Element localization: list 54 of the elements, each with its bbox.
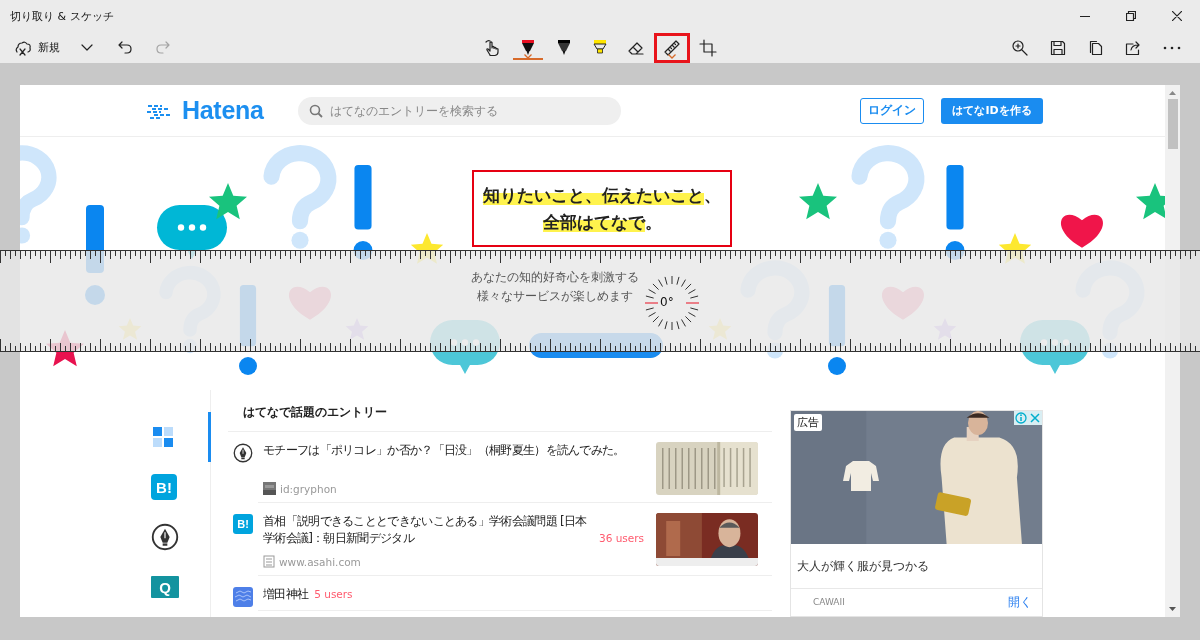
scroll-down-icon (1169, 607, 1176, 611)
source-text: id:gryphon (280, 482, 337, 495)
restore-icon (1126, 11, 1136, 21)
close-icon (1028, 411, 1042, 425)
search-icon (308, 103, 323, 118)
tiles-icon (151, 425, 175, 449)
more-icon (1163, 45, 1181, 50)
fountain-pen-icon (151, 523, 179, 551)
scroll-up-icon (1169, 91, 1176, 95)
pattern-square-icon (233, 587, 253, 607)
open-link[interactable]: 開く (1008, 593, 1032, 611)
section-title: はてなで話題のエントリー (228, 390, 772, 432)
undo-icon (117, 40, 133, 55)
logo-text: Hatena (182, 96, 264, 125)
info-icon (1014, 411, 1028, 425)
ad-badge: 広告 (794, 414, 822, 431)
nav-item[interactable]: Q (20, 562, 211, 612)
copy-icon (1088, 39, 1104, 56)
redo-icon (155, 40, 171, 55)
entry-title[interactable]: 首相「説明できることとできないことある」学術会議問題 [日本学術会議]：朝日新聞デジタル (263, 513, 593, 547)
entry-title[interactable]: モチーフは「ポリコレ」か否か？「日没」（桐野夏生）を読んでみた。 (263, 442, 646, 459)
search-field[interactable]: はてなのエントリーを検索する (297, 96, 621, 125)
advertiser-name: CAWAII (813, 597, 845, 607)
crop-icon (699, 38, 717, 57)
avatar-icon (263, 482, 276, 495)
save-icon (1050, 39, 1066, 56)
protractor-dial-icon (642, 273, 702, 333)
bookmark-logo: B! (151, 474, 177, 500)
zoom-in-icon (1011, 38, 1029, 57)
question-logo: Q (151, 576, 179, 598)
angle-label: 0° (660, 295, 674, 309)
user-count: 36 users (599, 531, 645, 546)
options-chevron-icon (668, 53, 676, 59)
user-count: 5 users (314, 587, 353, 602)
ruler-icon (663, 38, 681, 57)
hand-icon (483, 38, 501, 57)
hero-subtitle: 様々なサービスが楽しめます (477, 288, 633, 305)
window-title: 切り取り & スケッチ (9, 8, 115, 24)
options-chevron-icon (524, 53, 532, 59)
news-logo-icon (263, 555, 275, 568)
fountain-pen-icon (233, 443, 253, 463)
bookmark-logo: B! (233, 514, 253, 534)
new-button[interactable]: 新規 (8, 32, 66, 63)
chevron-down-icon (81, 43, 93, 52)
entry-title[interactable]: 増田神社 (263, 586, 309, 603)
login-button[interactable]: ログイン (860, 97, 924, 124)
source-text: www.asahi.com (279, 555, 361, 568)
snip-icon (14, 39, 32, 56)
minimize-icon (1080, 15, 1090, 17)
scroll-thumb[interactable] (1167, 99, 1178, 149)
ad-caption: 大人が輝く服が見つかる (791, 544, 1042, 589)
close-icon (1172, 11, 1182, 21)
ruler-tool[interactable] (654, 32, 690, 63)
hero-subtitle: あなたの知的好奇心を刺激する (471, 269, 639, 286)
